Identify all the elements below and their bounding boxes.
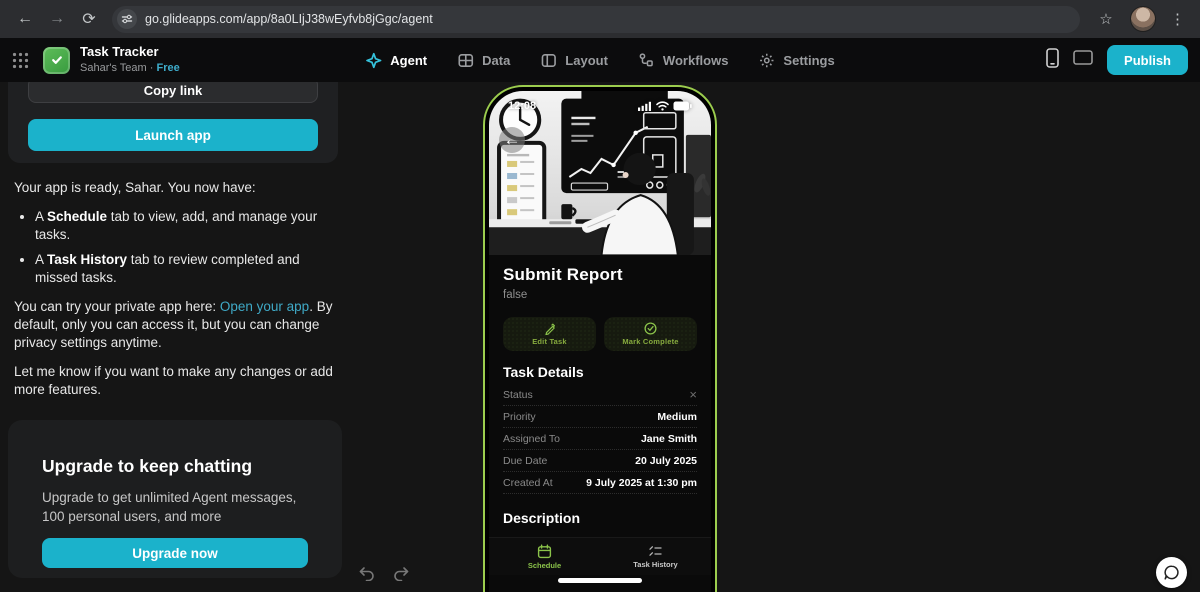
plan-badge: Free bbox=[157, 62, 180, 74]
status-icons bbox=[638, 101, 692, 111]
workflows-nodes-icon bbox=[638, 52, 655, 69]
edit-task-button[interactable]: Edit Task bbox=[503, 317, 596, 351]
header-tabs: Agent Data Layout Workflows Settings bbox=[365, 38, 834, 82]
apps-grid-icon[interactable] bbox=[12, 52, 29, 69]
status-time: 12:08 bbox=[508, 100, 536, 112]
tab-layout-label: Layout bbox=[565, 53, 608, 68]
upgrade-now-button[interactable]: Upgrade now bbox=[42, 538, 308, 568]
task-action-row: Edit Task Mark Complete bbox=[503, 317, 697, 351]
app-title-block: Task Tracker Sahar's Team · Free bbox=[80, 45, 180, 75]
battery-icon bbox=[673, 101, 692, 111]
header-right-cluster: Publish bbox=[1046, 45, 1188, 75]
app-logo-icon[interactable] bbox=[43, 47, 70, 74]
canvas-history-controls bbox=[357, 564, 411, 586]
browser-reload-button[interactable]: ⟳ bbox=[74, 4, 104, 34]
home-indicator bbox=[558, 578, 642, 583]
task-title: Submit Report bbox=[503, 265, 697, 285]
support-chat-button[interactable] bbox=[1156, 557, 1187, 588]
detail-row-priority: Priority Medium bbox=[503, 406, 697, 428]
app-title: Task Tracker bbox=[80, 45, 180, 60]
back-button[interactable]: ← bbox=[499, 127, 525, 153]
agent-sparkle-icon bbox=[365, 52, 382, 69]
mark-complete-button[interactable]: Mark Complete bbox=[604, 317, 697, 351]
tab-data[interactable]: Data bbox=[457, 52, 510, 69]
phone-tabbar: Schedule Task History bbox=[489, 537, 711, 575]
detail-row-created-at: Created At 9 July 2025 at 1:30 pm bbox=[503, 472, 697, 494]
detail-row-assigned-to: Assigned To Jane Smith bbox=[503, 428, 697, 450]
tab-workflows[interactable]: Workflows bbox=[638, 52, 729, 69]
address-bar[interactable]: go.glideapps.com/app/8a0LIjJ38wEyfvb8jGg… bbox=[112, 6, 1080, 33]
publish-button[interactable]: Publish bbox=[1107, 45, 1188, 75]
phone-screen: 12:08 ← Submit Report false Edit Task Ma… bbox=[489, 91, 711, 592]
task-detail-content: Submit Report false Edit Task Mark Compl… bbox=[489, 255, 711, 526]
team-name: Sahar's Team bbox=[80, 62, 147, 74]
app-subtitle: Sahar's Team · Free bbox=[80, 62, 180, 75]
share-card: Copy link Launch app bbox=[8, 70, 338, 163]
browser-menu-icon[interactable]: ⋮ bbox=[1166, 10, 1190, 28]
phone-statusbar: 12:08 bbox=[489, 100, 711, 112]
chat-try-app: You can try your private app here: Open … bbox=[14, 298, 344, 352]
browser-toolbar: ← → ⟳ go.glideapps.com/app/8a0LIjJ38wEyf… bbox=[0, 0, 1200, 38]
phone-tab-schedule[interactable]: Schedule bbox=[489, 538, 600, 575]
upgrade-body: Upgrade to get unlimited Agent messages,… bbox=[42, 488, 312, 526]
detail-row-due-date: Due Date 20 July 2025 bbox=[503, 450, 697, 472]
gear-icon bbox=[758, 52, 775, 69]
app-header: Task Tracker Sahar's Team · Free Agent D… bbox=[0, 38, 1200, 82]
layout-sidebar-icon bbox=[540, 52, 557, 69]
data-table-icon bbox=[457, 52, 474, 69]
redo-icon[interactable] bbox=[392, 564, 411, 586]
task-subtitle: false bbox=[503, 289, 697, 301]
tablet-preview-icon[interactable] bbox=[1073, 50, 1093, 70]
bookmark-star-icon[interactable]: ☆ bbox=[1092, 10, 1120, 28]
wifi-icon bbox=[656, 101, 669, 111]
phone-tab-task-history[interactable]: Task History bbox=[600, 538, 711, 575]
chat-closing: Let me know if you want to make any chan… bbox=[14, 363, 344, 399]
phone-preview-frame[interactable]: 12:08 ← Submit Report false Edit Task Ma… bbox=[483, 85, 717, 592]
clear-status-icon[interactable]: × bbox=[689, 388, 697, 401]
tab-layout[interactable]: Layout bbox=[540, 52, 608, 69]
site-settings-icon[interactable] bbox=[117, 9, 137, 29]
task-details-heading: Task Details bbox=[503, 364, 697, 380]
signal-icon bbox=[638, 101, 652, 111]
url-text: go.glideapps.com/app/8a0LIjJ38wEyfvb8jGg… bbox=[145, 12, 433, 26]
chat-intro: Your app is ready, Sahar. You now have: bbox=[14, 179, 344, 197]
tab-agent-label: Agent bbox=[390, 53, 427, 68]
browser-forward-button[interactable]: → bbox=[42, 4, 72, 34]
tab-settings-label: Settings bbox=[783, 53, 834, 68]
open-your-app-link[interactable]: Open your app bbox=[220, 299, 309, 314]
check-circle-icon bbox=[644, 322, 657, 335]
pencil-icon bbox=[544, 323, 556, 335]
task-details-list: Status × Priority Medium Assigned To Jan… bbox=[503, 384, 697, 494]
detail-row-status: Status × bbox=[503, 384, 697, 406]
speech-bubble-icon bbox=[1163, 564, 1180, 581]
calendar-icon bbox=[537, 544, 552, 559]
subtitle-separator: · bbox=[150, 62, 154, 74]
chat-bullet-list: A Schedule tab to view, add, and manage … bbox=[14, 208, 344, 287]
upgrade-card: Upgrade to keep chatting Upgrade to get … bbox=[8, 420, 342, 578]
history-list-icon bbox=[648, 545, 663, 558]
tab-agent[interactable]: Agent bbox=[365, 52, 427, 69]
bullet-task-history: A Task History tab to review completed a… bbox=[35, 251, 344, 287]
agent-chat-message: Your app is ready, Sahar. You now have: … bbox=[14, 179, 344, 410]
browser-profile-avatar[interactable] bbox=[1130, 6, 1156, 32]
undo-icon[interactable] bbox=[357, 564, 376, 586]
hero-illustration bbox=[489, 91, 711, 255]
phone-preview-icon[interactable] bbox=[1046, 48, 1059, 73]
description-heading: Description bbox=[503, 510, 697, 526]
upgrade-title: Upgrade to keep chatting bbox=[42, 456, 252, 477]
launch-app-button[interactable]: Launch app bbox=[28, 119, 318, 151]
back-arrow-icon: ← bbox=[504, 131, 521, 148]
tab-data-label: Data bbox=[482, 53, 510, 68]
bullet-schedule: A Schedule tab to view, add, and manage … bbox=[35, 208, 344, 244]
browser-back-button[interactable]: ← bbox=[10, 4, 40, 34]
tab-workflows-label: Workflows bbox=[663, 53, 729, 68]
tab-settings[interactable]: Settings bbox=[758, 52, 834, 69]
